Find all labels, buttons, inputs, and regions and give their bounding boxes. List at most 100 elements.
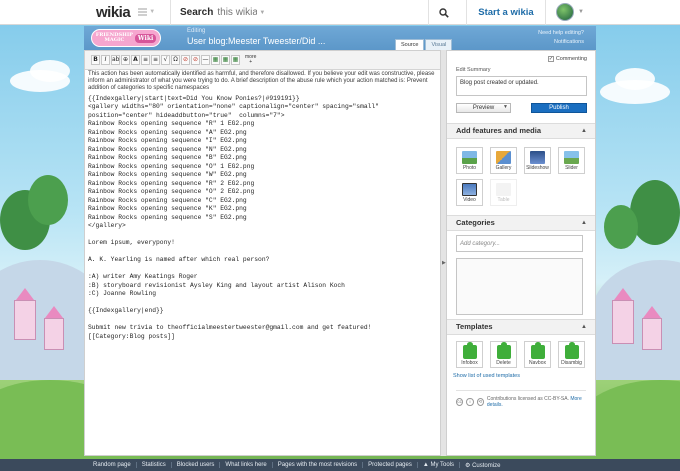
source-line: {{Indexgallery|start|text=Did You Know P… (88, 94, 300, 102)
page-title: User blog:Meester Tweester/Did ... (187, 36, 326, 46)
slider-tile[interactable]: Slider (558, 147, 585, 174)
features-section-header[interactable]: Add features and media ▲ (447, 123, 595, 139)
external-link-icon[interactable]: ⊕ (121, 55, 130, 65)
search-bar: Search ▼ (170, 0, 458, 25)
editor-area: B I ab ⊕ A ≡ ≡ √ Ω ⊘ ⊘ — ▦ ▦ ▦ more + Thi… (84, 50, 446, 456)
collapse-icon: ▲ (581, 128, 587, 134)
commenting-label: Commenting (555, 56, 587, 62)
search-icon (438, 7, 449, 18)
source-line (88, 299, 442, 308)
template-delete[interactable]: Delete (490, 341, 517, 368)
source-line: Rainbow Rocks opening sequence "O" 1 EG2… (88, 162, 255, 170)
source-line: [[Category:Blog posts]] (88, 332, 175, 340)
toolbar-what-links-here[interactable]: What links here (220, 462, 273, 468)
puzzle-icon (462, 342, 477, 359)
template-disambig[interactable]: Disambig (558, 341, 585, 368)
avatar[interactable] (556, 3, 574, 21)
toolbar-protected-pages[interactable]: Protected pages (363, 462, 418, 468)
collapse-icon: ▲ (581, 220, 587, 226)
toolbar-statistics[interactable]: Statistics (137, 462, 172, 468)
toolbar-blocked-users[interactable]: Blocked users (172, 462, 221, 468)
template-infobox[interactable]: Infobox (456, 341, 483, 368)
templates-section-header[interactable]: Templates ▲ (447, 319, 595, 335)
commenting-toggle[interactable]: ✓ Commenting (547, 56, 587, 62)
video-tile[interactable]: Video (456, 179, 483, 206)
source-line: Rainbow Rocks opening sequence "R" 2 EG2… (88, 179, 255, 187)
gear-icon: ⚙ (465, 462, 471, 469)
image-button[interactable]: ≡ (141, 55, 150, 65)
toolbar-most-revisions[interactable]: Pages with the most revisions (273, 462, 364, 468)
puzzle-icon (496, 342, 511, 359)
slideshow-button[interactable]: ▦ (221, 55, 230, 65)
source-line: A. K. Yearling is named after which real… (88, 256, 270, 264)
special-chars-button[interactable]: Ω (171, 55, 180, 65)
source-line (88, 231, 442, 240)
search-scope-caret-icon[interactable]: ▼ (259, 10, 265, 16)
source-line: Rainbow Rocks opening sequence "W" EG2.p… (88, 171, 247, 179)
wikia-logo[interactable]: wikia (96, 4, 131, 21)
source-line: :B) storyboard revisionist Aysley King a… (88, 281, 345, 289)
search-input[interactable] (217, 7, 258, 18)
tab-visual[interactable]: Visual (425, 39, 453, 50)
notifications-link[interactable]: Notifications (554, 39, 584, 45)
toolbar-my-tools[interactable]: ▲ My Tools (418, 462, 461, 468)
source-line: Rainbow Rocks opening sequence "K" EG2.p… (88, 205, 247, 213)
chevron-down-icon[interactable]: ▼ (578, 9, 584, 15)
source-line: Rainbow Rocks opening sequence "N" EG2.p… (88, 145, 247, 153)
source-line: Rainbow Rocks opening sequence "I" EG2.p… (88, 137, 247, 145)
source-textarea[interactable]: {{Indexgallery|start|text=Did You Know P… (85, 95, 445, 342)
cc-icon: cc (456, 398, 464, 406)
photo-tile[interactable]: Photo (456, 147, 483, 174)
no-format-button[interactable]: ⊘ (191, 55, 200, 65)
gallery-button[interactable]: ▦ (211, 55, 220, 65)
math-button[interactable]: √ (161, 55, 170, 65)
publish-button[interactable]: Publish (531, 103, 587, 113)
category-list (456, 258, 583, 315)
wiki-logo[interactable]: FRIENDSHIP MAGIC Wiki (91, 29, 161, 47)
toolbar-customize[interactable]: ⚙ Customize (460, 462, 505, 469)
add-category-input[interactable]: Add category... (456, 235, 583, 252)
slideshow-tile[interactable]: Slideshow (524, 147, 551, 174)
table-tile[interactable]: Table (490, 179, 517, 206)
gallery-tile[interactable]: Gallery (490, 147, 517, 174)
media-button[interactable]: ≡ (151, 55, 160, 65)
hamburger-menu-icon[interactable]: ▼ (138, 6, 156, 18)
source-line (88, 265, 442, 274)
help-editing-link[interactable]: Need help editing? (538, 30, 584, 36)
commenting-checkbox[interactable]: ✓ (547, 56, 554, 62)
bold-button[interactable]: B (91, 55, 100, 65)
source-line: :C) Joanne Rowling (88, 290, 157, 298)
edit-summary-field[interactable]: Blog post created or updated. (456, 76, 587, 96)
source-line: position="center" hideaddbutton="true" c… (88, 111, 285, 119)
internal-link-button[interactable]: ab (111, 55, 120, 65)
toolbar-random-page[interactable]: Random page (88, 462, 137, 468)
source-line: <gallery widths="80" orientation="none" … (88, 103, 379, 111)
abuse-filter-warning: This action has been automatically ident… (85, 70, 445, 95)
editor-header: FRIENDSHIP MAGIC Wiki Editing User blog:M… (84, 26, 596, 50)
start-a-wikia-link[interactable]: Start a wikia (466, 0, 546, 25)
video-icon (462, 183, 477, 196)
search-button[interactable] (428, 0, 458, 25)
categories-section-header[interactable]: Categories ▲ (447, 215, 595, 231)
user-menu[interactable]: ▼ (556, 3, 584, 21)
horizontal-line-button[interactable]: — (201, 55, 210, 65)
nowiki-button[interactable]: ⊘ (181, 55, 190, 65)
preview-dropdown-caret-icon[interactable]: ▼ (503, 104, 508, 110)
show-used-templates-link[interactable]: Show list of used templates (453, 373, 520, 379)
sa-icon: ⟲ (476, 398, 484, 406)
source-line (88, 248, 442, 257)
source-line: {{Indexgallery|end}} (88, 307, 164, 315)
bottom-toolbar: Random page Statistics Blocked users Wha… (0, 459, 680, 471)
search-label: Search (180, 7, 214, 18)
source-line: </gallery> (88, 222, 126, 230)
edit-summary-label: Edit Summary (456, 67, 491, 73)
italic-button[interactable]: I (101, 55, 110, 65)
table-button[interactable]: ▦ (231, 55, 240, 65)
tab-source[interactable]: Source (395, 39, 425, 50)
gallery-icon (496, 151, 511, 164)
source-line: Rainbow Rocks opening sequence "O" 2 EG2… (88, 188, 255, 196)
template-navbox[interactable]: Navbox (524, 341, 551, 368)
more-button[interactable]: more + (245, 55, 256, 65)
global-navigation: wikia ▼ Search ▼ Start a wikia ▼ (0, 0, 680, 25)
heading-button[interactable]: A (131, 55, 140, 65)
